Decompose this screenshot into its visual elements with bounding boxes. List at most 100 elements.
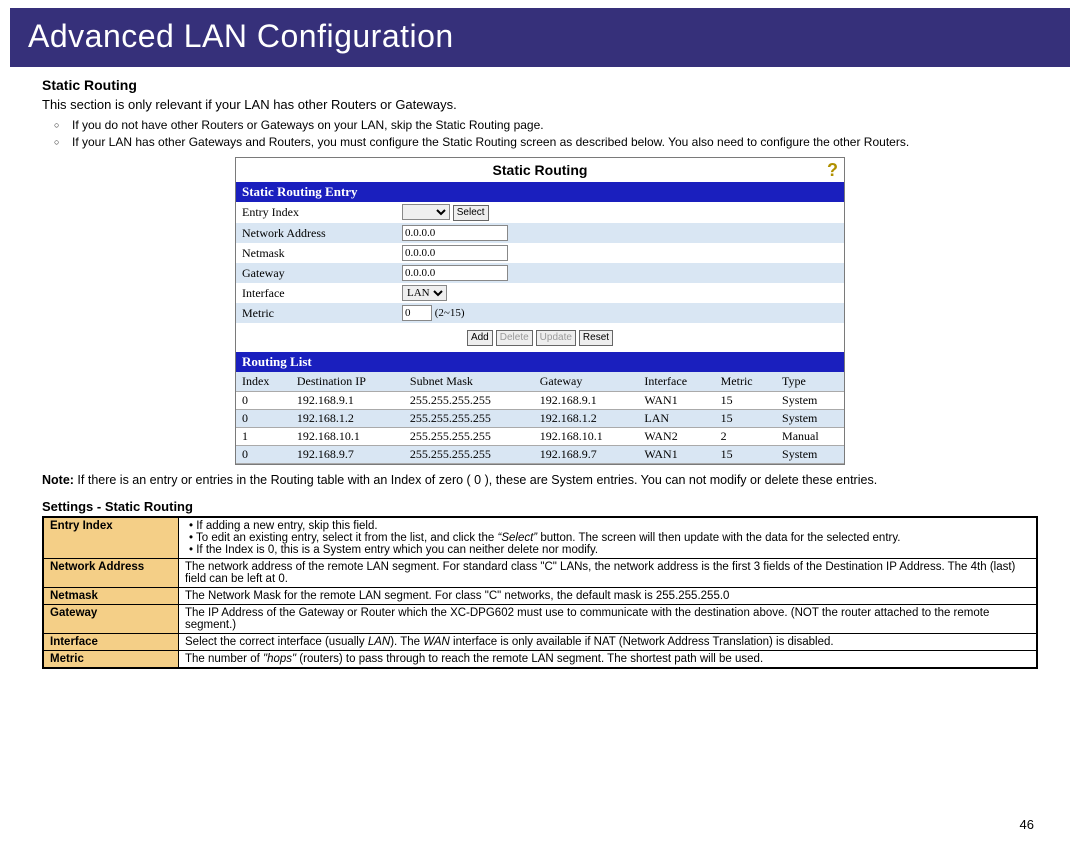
metric-hint: (2~15) [435, 307, 465, 319]
col-gateway: Gateway [534, 372, 639, 392]
table-row: 1192.168.10.1255.255.255.255192.168.10.1… [236, 428, 844, 446]
cell-type: System [776, 410, 844, 428]
cell-mask: 255.255.255.255 [404, 446, 534, 464]
settings-value: The number of "hops" (routers) to pass t… [179, 651, 1038, 669]
cell-dest: 192.168.10.1 [291, 428, 404, 446]
cell-index: 1 [236, 428, 291, 446]
cell-index: 0 [236, 446, 291, 464]
interface-select[interactable]: LAN [402, 285, 447, 301]
action-buttons-row: Add Delete Update Reset [236, 323, 844, 352]
panel-title: Static Routing ? [236, 158, 844, 182]
label-netmask: Netmask [242, 246, 402, 261]
label-metric: Metric [242, 306, 402, 321]
col-dest: Destination IP [291, 372, 404, 392]
cell-gateway: 192.168.9.1 [534, 392, 639, 410]
col-index: Index [236, 372, 291, 392]
cell-gateway: 192.168.9.7 [534, 446, 639, 464]
label-gateway: Gateway [242, 266, 402, 281]
row-entry-index: Entry Index Select [236, 202, 844, 223]
settings-key: Gateway [43, 605, 179, 634]
settings-value: The IP Address of the Gateway or Router … [179, 605, 1038, 634]
label-entry-index: Entry Index [242, 205, 402, 220]
col-metric: Metric [715, 372, 776, 392]
cell-dest: 192.168.9.1 [291, 392, 404, 410]
row-interface: Interface LAN [236, 283, 844, 303]
settings-key: Interface [43, 634, 179, 651]
reset-button[interactable]: Reset [579, 330, 613, 346]
cell-metric: 2 [715, 428, 776, 446]
panel-title-text: Static Routing [493, 162, 588, 178]
cell-metric: 15 [715, 446, 776, 464]
cell-type: System [776, 392, 844, 410]
cell-iface: WAN2 [638, 428, 714, 446]
cell-mask: 255.255.255.255 [404, 392, 534, 410]
settings-key: Metric [43, 651, 179, 669]
cell-type: Manual [776, 428, 844, 446]
table-row: 0192.168.9.7255.255.255.255192.168.9.7WA… [236, 446, 844, 464]
add-button[interactable]: Add [467, 330, 493, 346]
cell-type: System [776, 446, 844, 464]
section-intro: This section is only relevant if your LA… [42, 97, 1038, 112]
settings-row: InterfaceSelect the correct interface (u… [43, 634, 1037, 651]
bullet-list: If you do not have other Routers or Gate… [42, 118, 1038, 149]
cell-metric: 15 [715, 410, 776, 428]
settings-row: NetmaskThe Network Mask for the remote L… [43, 588, 1037, 605]
table-row: 0192.168.1.2255.255.255.255192.168.1.2LA… [236, 410, 844, 428]
label-interface: Interface [242, 286, 402, 301]
settings-value: The Network Mask for the remote LAN segm… [179, 588, 1038, 605]
routing-list-table: Index Destination IP Subnet Mask Gateway… [236, 372, 844, 464]
col-type: Type [776, 372, 844, 392]
row-network-address: Network Address [236, 223, 844, 243]
content-area: Static Routing This section is only rele… [0, 77, 1080, 669]
delete-button[interactable]: Delete [496, 330, 533, 346]
update-button[interactable]: Update [536, 330, 576, 346]
note-line: Note: If there is an entry or entries in… [42, 473, 1038, 487]
table-row: 0192.168.9.1255.255.255.255192.168.9.1WA… [236, 392, 844, 410]
settings-key: Network Address [43, 559, 179, 588]
cell-iface: WAN1 [638, 446, 714, 464]
entry-index-select[interactable] [402, 204, 450, 220]
section-heading: Static Routing [42, 77, 1038, 93]
page: Advanced LAN Configuration Static Routin… [0, 8, 1080, 842]
cell-metric: 15 [715, 392, 776, 410]
cell-dest: 192.168.9.7 [291, 446, 404, 464]
gateway-input[interactable] [402, 265, 508, 281]
cell-dest: 192.168.1.2 [291, 410, 404, 428]
help-icon[interactable]: ? [827, 160, 838, 181]
list-subhead: Routing List [236, 352, 844, 372]
bullet-item: If you do not have other Routers or Gate… [66, 118, 1038, 132]
settings-value: Select the correct interface (usually LA… [179, 634, 1038, 651]
settings-row: Entry IndexIf adding a new entry, skip t… [43, 517, 1037, 559]
metric-input[interactable] [402, 305, 432, 321]
label-network-address: Network Address [242, 226, 402, 241]
settings-value: If adding a new entry, skip this field.T… [179, 517, 1038, 559]
settings-key: Entry Index [43, 517, 179, 559]
page-number: 46 [1020, 817, 1034, 832]
settings-key: Netmask [43, 588, 179, 605]
cell-mask: 255.255.255.255 [404, 428, 534, 446]
settings-row: Network AddressThe network address of th… [43, 559, 1037, 588]
settings-heading: Settings - Static Routing [42, 499, 1038, 514]
table-header-row: Index Destination IP Subnet Mask Gateway… [236, 372, 844, 392]
note-text: If there is an entry or entries in the R… [74, 473, 877, 487]
bullet-item: If your LAN has other Gateways and Route… [66, 135, 1038, 149]
settings-row: GatewayThe IP Address of the Gateway or … [43, 605, 1037, 634]
col-mask: Subnet Mask [404, 372, 534, 392]
settings-value: The network address of the remote LAN se… [179, 559, 1038, 588]
cell-iface: LAN [638, 410, 714, 428]
settings-table: Entry IndexIf adding a new entry, skip t… [42, 516, 1038, 669]
row-gateway: Gateway [236, 263, 844, 283]
netmask-input[interactable] [402, 245, 508, 261]
entry-subhead: Static Routing Entry [236, 182, 844, 202]
page-title: Advanced LAN Configuration [10, 8, 1070, 67]
network-address-input[interactable] [402, 225, 508, 241]
cell-gateway: 192.168.10.1 [534, 428, 639, 446]
static-routing-panel: Static Routing ? Static Routing Entry En… [235, 157, 845, 465]
cell-gateway: 192.168.1.2 [534, 410, 639, 428]
row-netmask: Netmask [236, 243, 844, 263]
select-button[interactable]: Select [453, 205, 489, 221]
cell-index: 0 [236, 410, 291, 428]
cell-mask: 255.255.255.255 [404, 410, 534, 428]
settings-row: MetricThe number of "hops" (routers) to … [43, 651, 1037, 669]
cell-index: 0 [236, 392, 291, 410]
